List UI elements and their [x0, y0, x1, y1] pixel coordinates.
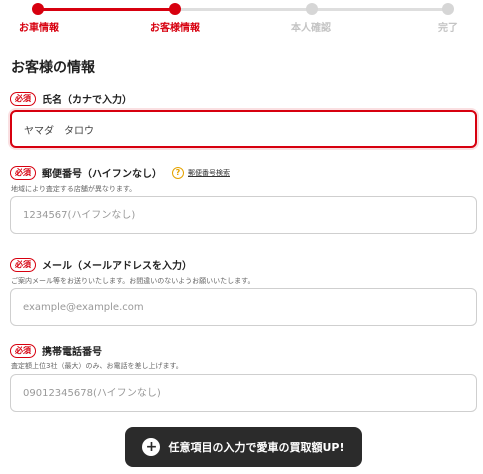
step-dot-complete: [442, 3, 454, 15]
step-label-customer-info: お客様情報: [150, 23, 200, 34]
required-badge: 必須: [10, 257, 36, 272]
step-dot-customer-info: [169, 3, 181, 15]
email-field-header: 必須 メール（メールアドレスを入力）: [10, 257, 192, 272]
postal-field-header: 必須 郵便番号（ハイフンなし） ? 郵便番号検索: [10, 165, 230, 180]
step-label-car-info: お車情報: [19, 23, 59, 34]
email-input[interactable]: [10, 288, 477, 326]
name-kana-input[interactable]: [10, 110, 477, 148]
mobile-phone-input[interactable]: [10, 374, 477, 412]
email-field-label: メール（メールアドレスを入力）: [42, 261, 192, 272]
required-badge: 必須: [10, 343, 36, 358]
step-dot-identity: [306, 3, 318, 15]
step-label-complete: 完了: [438, 23, 458, 34]
postal-field-label: 郵便番号（ハイフンなし）: [42, 169, 162, 180]
phone-field-note: 査定額上位3社（最大）のみ、お電話を差し上げます。: [11, 362, 183, 370]
name-field-header: 必須 氏名（カナで入力）: [10, 91, 132, 106]
section-title: お客様の情報: [11, 60, 95, 76]
postal-code-input[interactable]: [10, 196, 477, 234]
plus-circle-icon: +: [142, 438, 161, 456]
email-field-note: ご案内メール等をお送りいたします。お間違いのないようお願いいたします。: [11, 277, 255, 285]
phone-field-header: 必須 携帯電話番号: [10, 343, 102, 358]
step-dot-car-info: [32, 3, 44, 15]
stepper-line-completed: [38, 8, 175, 11]
step-label-identity: 本人確認: [291, 23, 331, 34]
question-icon[interactable]: ?: [172, 166, 184, 179]
required-badge: 必須: [10, 165, 36, 180]
name-field-label: 氏名（カナで入力）: [42, 95, 132, 106]
progress-stepper: お車情報 お客様情報 本人確認 完了: [0, 0, 483, 40]
postal-search-link[interactable]: 郵便番号検索: [188, 168, 230, 178]
banner-text: 任意項目の入力で愛車の買取額UP!: [168, 441, 345, 454]
postal-field-note: 地域により査定する店舗が異なります。: [11, 185, 137, 193]
phone-field-label: 携帯電話番号: [42, 347, 102, 358]
required-badge: 必須: [10, 91, 36, 106]
optional-fields-banner[interactable]: + 任意項目の入力で愛車の買取額UP!: [125, 427, 362, 467]
